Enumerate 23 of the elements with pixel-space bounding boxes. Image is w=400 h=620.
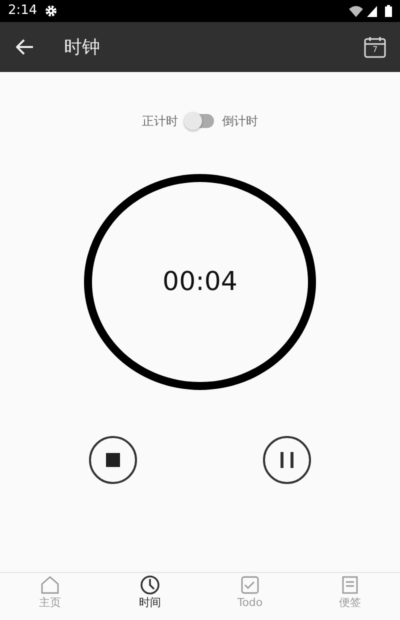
pause-button[interactable] — [263, 436, 311, 484]
pause-icon — [279, 450, 295, 470]
stop-icon — [106, 453, 120, 467]
nav-tab[interactable]: 便签 — [300, 573, 400, 620]
switch-label: 正计时 — [142, 113, 178, 130]
back-icon[interactable] — [16, 39, 34, 55]
switch-label: 倒计时 — [222, 113, 258, 130]
checkbox-icon — [239, 575, 261, 595]
timer-display: 00:04 — [162, 266, 238, 298]
home-icon — [39, 575, 61, 595]
mode-switch[interactable] — [186, 114, 214, 128]
battery-icon — [385, 5, 392, 17]
stop-button[interactable] — [89, 436, 137, 484]
signal-icon — [367, 6, 377, 16]
status-time: 2:14 — [8, 2, 38, 20]
calendar-icon[interactable]: 7 — [364, 36, 386, 58]
nav-tab[interactable]: 时间 — [100, 573, 200, 620]
clock-icon — [139, 575, 161, 595]
wifi-icon — [349, 6, 363, 16]
settings-icon — [45, 5, 58, 17]
nav-tab[interactable]: 主页 — [0, 573, 100, 620]
screen-title: 时钟 — [64, 36, 100, 60]
nav-tab[interactable]: Todo — [200, 573, 300, 620]
